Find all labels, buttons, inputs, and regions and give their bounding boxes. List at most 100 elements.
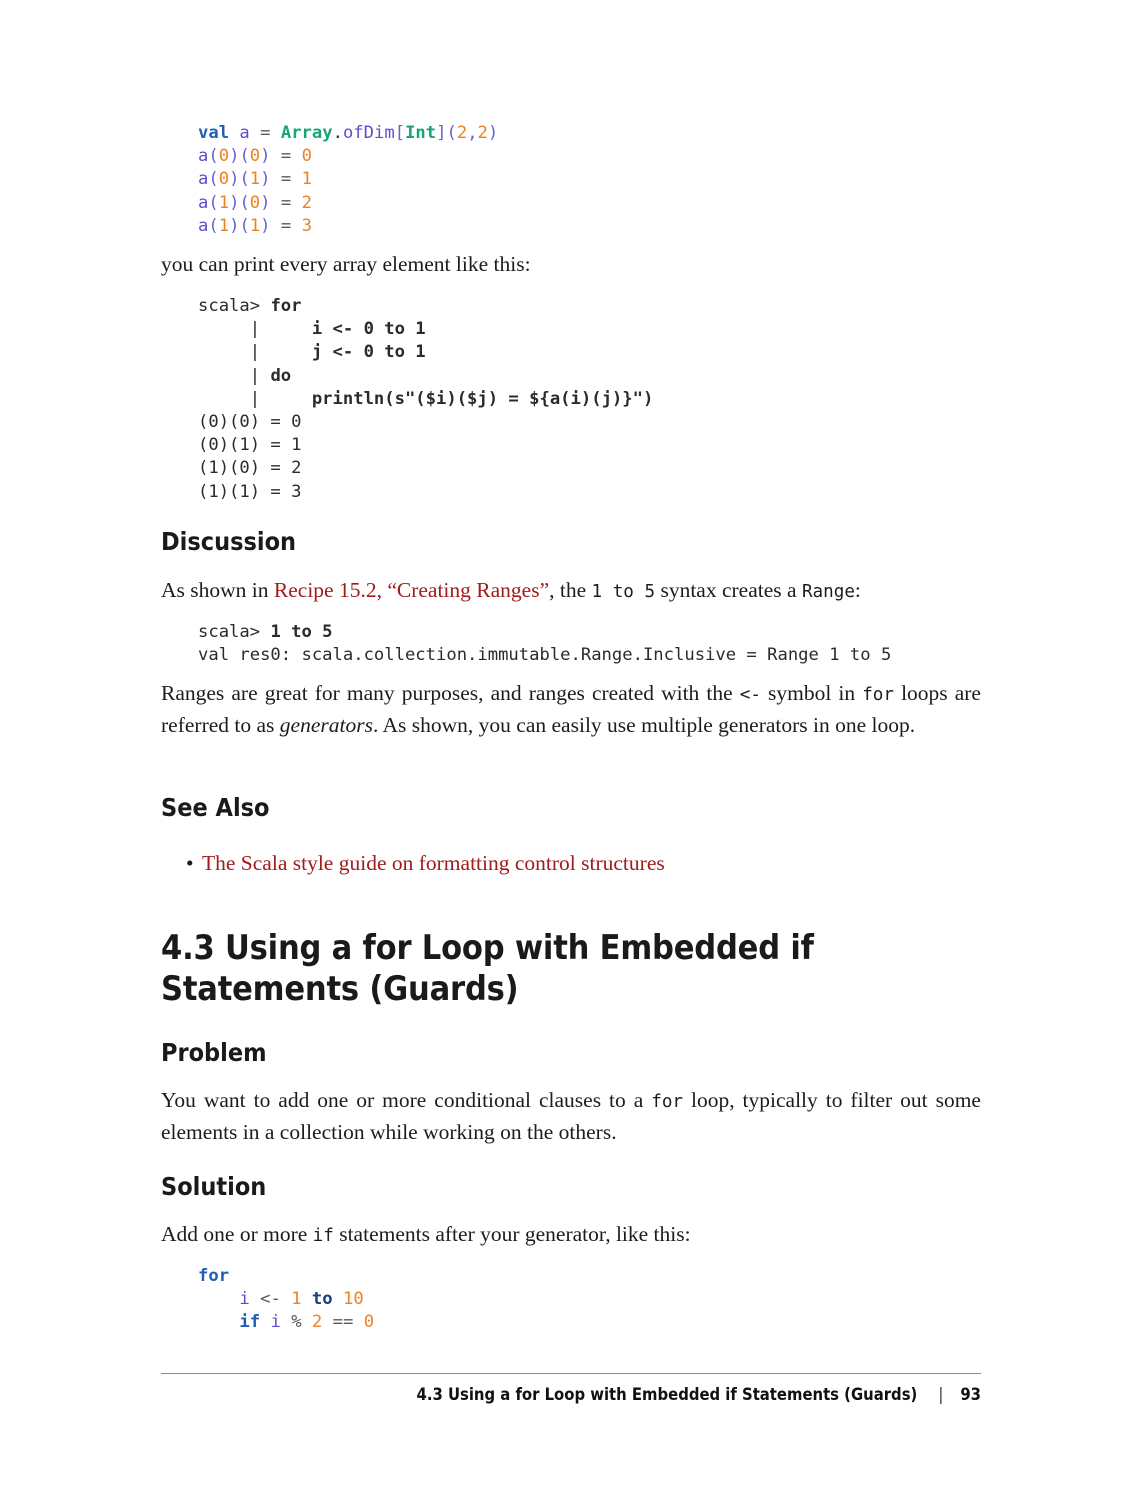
code-token: ==	[332, 1312, 354, 1333]
code-line: if i % 2 == 0	[198, 1311, 374, 1334]
inline-code-if: if	[312, 1226, 334, 1246]
code-token: 1	[301, 169, 312, 190]
heading-solution: Solution	[161, 1172, 267, 1201]
code-token: 2	[477, 123, 488, 143]
code-token: 1 to 5	[270, 622, 333, 642]
code-token: =	[280, 169, 292, 190]
document-page: val a = Array.ofDim[Int](2,2) a(0)(0) = 0…	[161, 0, 981, 1500]
footer-title: 4.3 Using a for Loop with Embedded if St…	[416, 1385, 918, 1404]
code-token: [	[394, 123, 406, 143]
code-line: scala> for	[198, 295, 653, 318]
code-token: println(s"($i)($j) = ${a(i)(j)}")	[311, 388, 654, 409]
code-token: )	[229, 192, 240, 213]
code-token: Array	[280, 123, 333, 143]
code-token: (	[446, 123, 457, 143]
paragraph-discussion: As shown in Recipe 15.2, “Creating Range…	[161, 576, 981, 608]
code-line: (0)(0) = 0	[198, 411, 653, 434]
inline-code-for-problem: for	[651, 1092, 684, 1112]
code-line: i <- 1 to 10	[198, 1288, 374, 1311]
code-token: )	[487, 123, 499, 143]
code-token: for	[270, 296, 302, 316]
code-token: =	[280, 192, 292, 213]
code-token: 1	[218, 215, 230, 236]
footer-separator: |	[938, 1385, 944, 1404]
code-line: a(1)(1) = 3	[198, 215, 498, 238]
inline-code-arrow: <-	[739, 685, 761, 705]
link-recipe-15-2[interactable]: Recipe 15.2, “Creating Ranges”	[274, 578, 549, 602]
code-token: 1	[218, 192, 230, 213]
footer-divider	[161, 1373, 981, 1374]
heading-problem: Problem	[161, 1038, 267, 1067]
code-token: |	[198, 365, 271, 386]
code-line: | i <- 0 to 1	[198, 318, 653, 341]
code-token: a	[198, 169, 209, 190]
code-token: )	[260, 192, 271, 213]
code-token: for	[198, 1266, 230, 1286]
code-token: (	[239, 192, 250, 213]
ranges-text-2: symbol in	[760, 681, 863, 705]
code-token: )	[260, 169, 271, 190]
inline-code-range-type: Range	[801, 582, 855, 602]
heading-see-also: See Also	[161, 793, 270, 822]
code-token: 0	[218, 169, 230, 190]
code-token: a	[239, 123, 250, 143]
heading-discussion: Discussion	[161, 527, 297, 556]
code-token: (	[239, 146, 250, 167]
link-scala-style-guide[interactable]: The Scala style guide on formatting cont…	[202, 851, 665, 875]
code-token: (	[208, 146, 219, 167]
code-token: to	[311, 1289, 333, 1310]
code-token: if	[239, 1312, 261, 1333]
code-token: i	[270, 1312, 281, 1333]
code-token: (0)(0) = 0	[198, 412, 302, 433]
code-token: 0	[363, 1312, 375, 1333]
code-token: a	[198, 215, 209, 236]
code-line: (1)(0) = 2	[198, 457, 653, 480]
code-token: (	[208, 215, 219, 236]
code-token: 2	[311, 1312, 323, 1333]
code-token: <-	[260, 1289, 281, 1310]
inline-code-range-syntax: 1 to 5	[591, 582, 656, 602]
code-token: (1)(0) = 2	[198, 458, 302, 479]
discussion-text-mid: , the	[549, 578, 592, 602]
code-line: | do	[198, 365, 653, 388]
code-line: val a = Array.ofDim[Int](2,2)	[198, 122, 498, 145]
page-number: 93	[960, 1385, 981, 1404]
paragraph-solution: Add one or more if statements after your…	[161, 1220, 981, 1252]
code-token: )	[260, 146, 271, 167]
code-token: 0	[301, 146, 312, 167]
code-token: val res0: scala.collection.immutable.Ran…	[198, 645, 892, 666]
solution-text-1: Add one or more	[161, 1222, 313, 1246]
code-token: )	[229, 215, 240, 236]
code-token: do	[270, 365, 292, 386]
code-line: val res0: scala.collection.immutable.Ran…	[198, 644, 891, 667]
code-token: (	[239, 215, 250, 236]
code-token: scala>	[198, 622, 271, 642]
code-token: 2	[301, 192, 312, 213]
code-token: 1	[249, 169, 261, 190]
code-token: |	[198, 388, 312, 409]
bullet-icon: •	[186, 851, 194, 875]
code-token: 1	[249, 215, 261, 236]
code-token: 1	[291, 1289, 302, 1310]
code-block-for-guard: for i <- 1 to 10 if i % 2 == 0	[198, 1265, 374, 1335]
code-token: (	[208, 192, 219, 213]
code-token: ofDim	[342, 123, 395, 143]
code-token: (1)(1) = 3	[198, 481, 302, 502]
code-token: Int	[405, 123, 437, 143]
see-also-list: • The Scala style guide on formatting co…	[161, 849, 981, 878]
code-token: )	[229, 146, 240, 167]
